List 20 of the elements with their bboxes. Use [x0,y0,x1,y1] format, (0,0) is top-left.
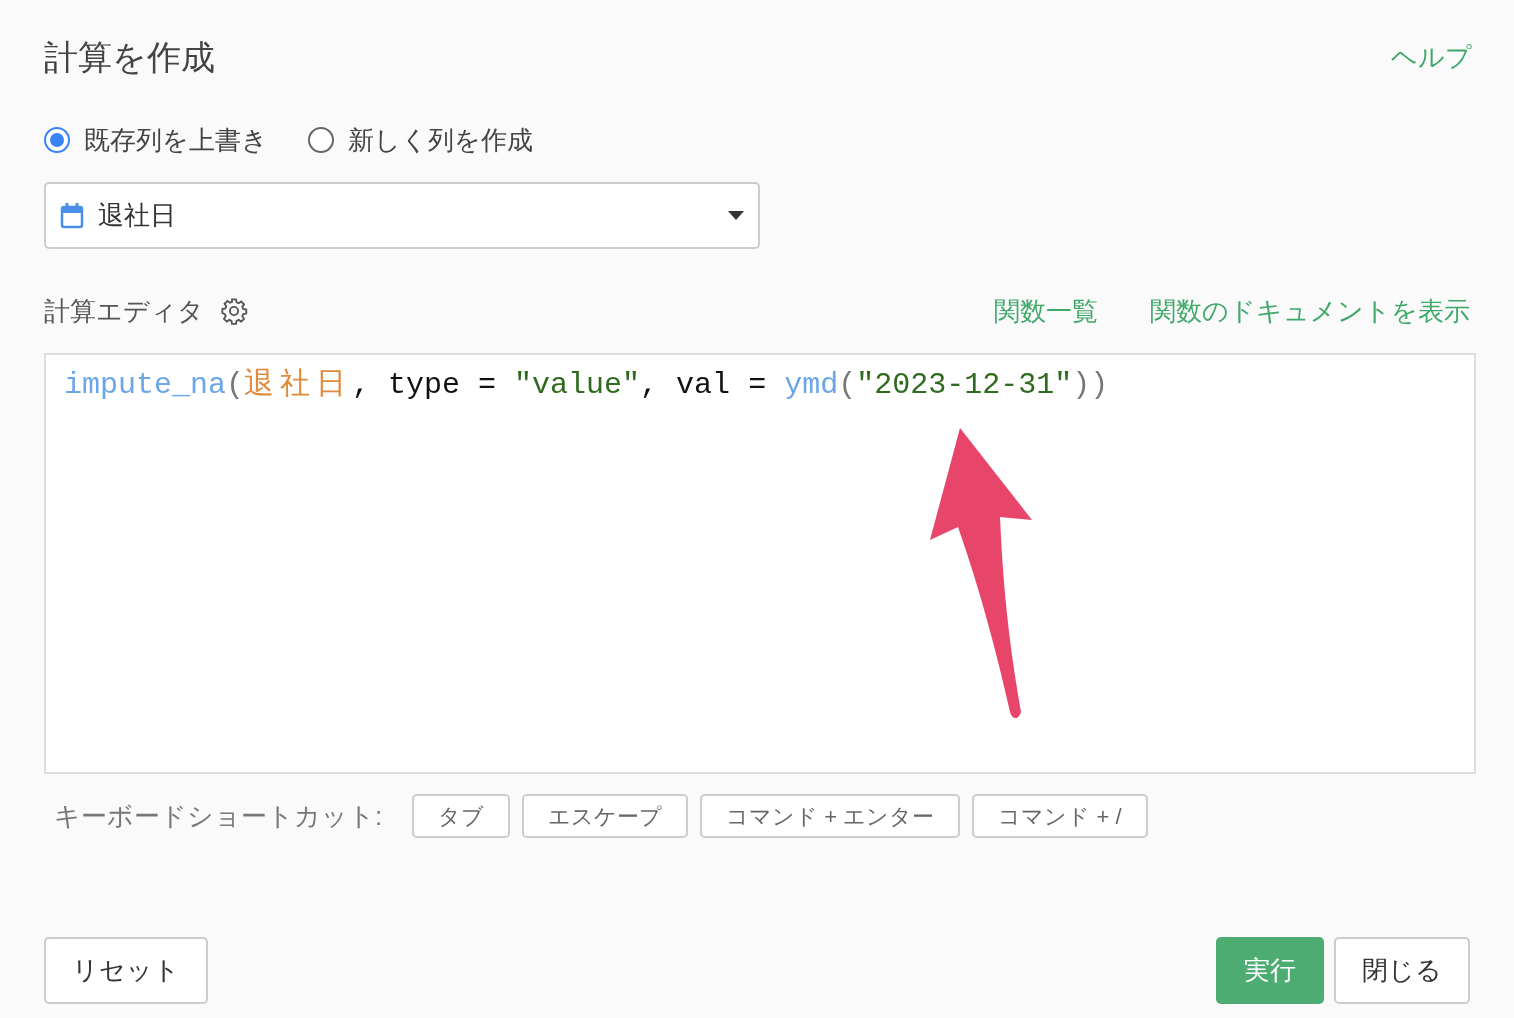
calendar-icon [60,202,84,229]
shortcut-key: エスケープ [522,794,689,838]
dialog-title: 計算を作成 [44,36,215,78]
reset-button[interactable]: リセット [44,937,208,1004]
code-editor[interactable]: impute_na(退社日, type = "value", val = ymd("2023-12-31")) [44,353,1476,774]
radio-label[interactable]: 既存列を上書き [84,120,268,160]
shortcuts-label: キーボードショートカット: [54,799,383,833]
code-line: impute_na(退社日, type = "value", val = ymd("2023-12-31")) [64,367,1110,404]
column-select[interactable]: 退社日 [44,182,760,249]
shortcut-key: タブ [412,794,511,838]
radio-button[interactable] [308,127,334,153]
editor-label: 計算エディタ [44,294,204,328]
shortcut-key: コマンド + / [972,794,1148,838]
selected-column: 退社日 [98,196,728,235]
radio-button[interactable] [44,127,70,153]
shortcut-key: コマンド + エンター [700,794,961,838]
settings-icon[interactable] [220,297,248,325]
close-button[interactable]: 閉じる [1334,937,1470,1004]
dropdown-caret-icon [728,211,744,220]
radio-label[interactable]: 新しく列を作成 [348,120,533,160]
